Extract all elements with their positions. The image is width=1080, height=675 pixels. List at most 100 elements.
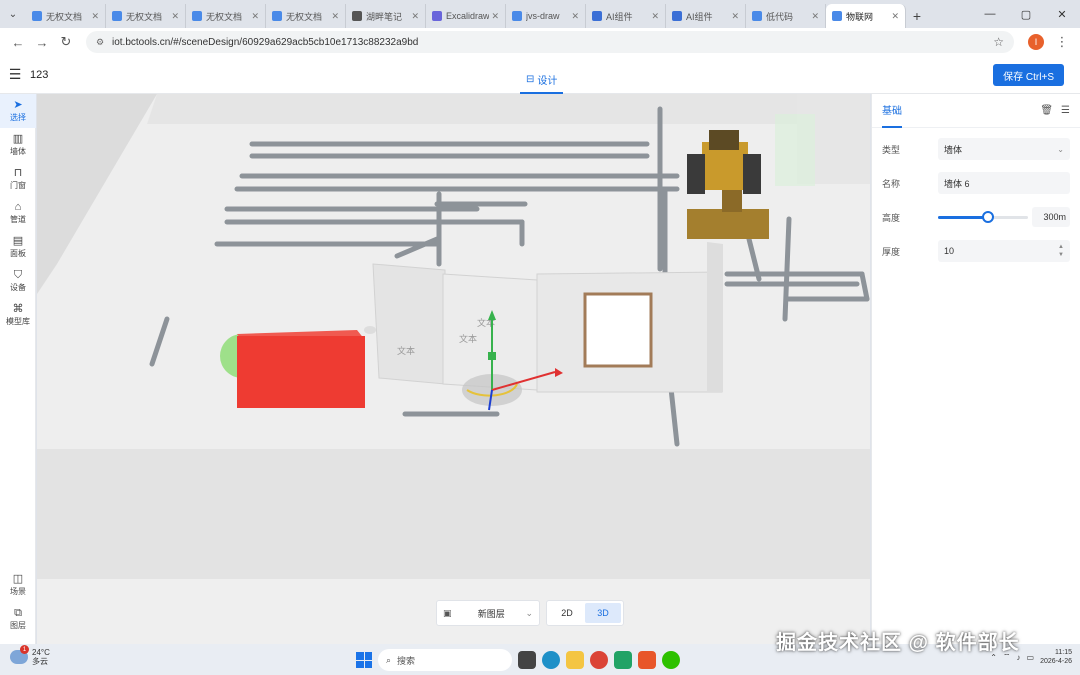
type-select[interactable]: 墙体 ⌄ [938,138,1070,160]
toolbar-item[interactable]: ⧉ 图层 [0,602,36,636]
edge-icon[interactable] [542,651,560,669]
tab-favicon-icon [272,11,282,21]
back-icon[interactable]: ← [6,30,30,54]
minimize-icon[interactable]: — [972,0,1008,28]
mode-2d-button[interactable]: 2D [549,603,585,623]
task-view-icon[interactable] [518,651,536,669]
toolbar-item[interactable]: ⊓ 门窗 [0,162,36,196]
toolbar-item[interactable]: ⌂ 管道 [0,196,36,230]
name-input[interactable]: 墙体 6 [938,172,1070,194]
scene-icon: ◫ [12,573,24,585]
tab-close-icon[interactable]: ✕ [651,11,659,22]
weather-widget[interactable]: 1 24°C 多云 [10,645,50,666]
slider-thumb[interactable] [981,211,994,223]
door-icon: ⊓ [13,167,23,179]
toolbar-item[interactable]: ⛉ 设备 [0,264,36,298]
excavator-tracks [687,209,769,239]
clock[interactable]: 11:15 2026-4-26 [1040,648,1072,666]
height-label: 高度 [882,212,901,223]
excavator-cab [709,130,739,150]
tab-close-icon[interactable]: ✕ [331,11,339,22]
chrome-icon[interactable] [590,651,608,669]
app-green-icon[interactable] [614,651,632,669]
wechat-icon[interactable] [662,651,680,669]
toolbar-item[interactable]: ▤ 面板 [0,230,36,264]
forward-icon[interactable]: → [30,30,54,54]
tab-favicon-icon [192,11,202,21]
toolbar-item[interactable]: ▥ 墙体 [0,128,36,162]
app-orange-icon[interactable] [638,651,656,669]
name-value: 墙体 6 [944,178,970,189]
browser-tab[interactable]: 低代码 ✕ [746,4,826,28]
window-controls: — ▢ ✕ [972,0,1080,28]
height-slider[interactable]: 300m [938,206,1070,228]
app-header: ☰ 123 ⊟ 设计 保存 Ctrl+S [0,56,1080,94]
tab-close-icon[interactable]: ✕ [731,11,739,22]
tab-basic[interactable]: 基础 [882,94,902,128]
tab-search-icon[interactable]: ⌄ [0,0,26,28]
tab-close-icon[interactable]: ✕ [411,11,419,22]
menu-icon[interactable]: ☰ [0,66,30,83]
thickness-stepper[interactable]: ▲ ▼ [1058,243,1064,259]
tab-design[interactable]: ⊟ 设计 [520,66,564,94]
file-explorer-icon[interactable] [566,651,584,669]
browser-tab[interactable]: 湖畔笔记 ✕ [346,4,426,28]
project-name: 123 [30,68,49,81]
toolbar-item[interactable]: ◫ 场景 [0,568,36,602]
wall-panel [442,273,538,391]
mode-3d-button[interactable]: 3D [585,603,621,623]
browser-tab[interactable]: 无权文档 ✕ [106,4,186,28]
chevron-down-icon: ⌄ [1057,144,1064,154]
green-panel [775,114,815,186]
thickness-label: 厚度 [882,246,901,257]
weather-temp: 24°C [32,648,50,657]
battery-icon[interactable]: ▭ [1027,653,1035,662]
url-input[interactable]: ⚙ iot.bctools.cn/#/sceneDesign/60929a629… [86,31,1014,53]
toolbar-item[interactable]: ➤ 选择 [0,94,36,128]
list-icon[interactable]: ☰ [1061,105,1070,116]
reload-icon[interactable]: ↻ [54,30,78,54]
slider-fill [938,216,988,219]
name-label: 名称 [882,178,901,189]
profile-avatar[interactable]: I [1028,34,1044,50]
browser-tab[interactable]: Excalidraw ✕ [426,4,506,28]
browser-tab[interactable]: 物联网 ✕ [826,4,906,28]
taskbar-search-placeholder: 搜索 [397,655,416,666]
height-value[interactable]: 300m [1032,207,1070,227]
tab-close-icon[interactable]: ✕ [251,11,259,22]
browser-tab[interactable]: AI组件 ✕ [586,4,666,28]
browser-tab[interactable]: 无权文档 ✕ [26,4,106,28]
browser-tab[interactable]: jvs-draw ✕ [506,4,586,28]
layer-select[interactable]: ▣ 新图层 ⌄ [436,600,540,626]
type-label: 类型 [882,144,901,155]
site-info-icon[interactable]: ⚙ [96,37,106,47]
browser-tab[interactable]: 无权文档 ✕ [266,4,346,28]
back-wall [147,94,797,124]
delete-icon[interactable]: 🗑 [1040,105,1053,116]
maximize-icon[interactable]: ▢ [1008,0,1044,28]
new-tab-button[interactable]: + [906,4,928,28]
tab-close-icon[interactable]: ✕ [491,11,499,22]
bookmark-star-icon[interactable]: ☆ [993,35,1004,49]
scene-canvas[interactable]: 文本 文本 文本 [37,94,870,644]
tab-close-icon[interactable]: ✕ [891,11,899,22]
scene-viewport[interactable]: 文本 文本 文本 [37,94,870,644]
browser-menu-icon[interactable]: ⋮ [1050,30,1074,54]
windows-start-icon[interactable] [356,652,372,668]
tab-close-icon[interactable]: ✕ [91,11,99,22]
browser-tab[interactable]: AI组件 ✕ [666,4,746,28]
device-icon: ⛉ [13,269,23,281]
browser-tab[interactable]: 无权文档 ✕ [186,4,266,28]
tab-close-icon[interactable]: ✕ [171,11,179,22]
left-toolbar: ➤ 选择 ▥ 墙体 ⊓ 门窗 ⌂ 管道 ▤ 面板 ⛉ 设备 ⌘ 模型库 ◫ 场景 ⧉ 图层 [0,94,36,644]
tab-close-icon[interactable]: ✕ [811,11,819,22]
layer-icon: ⧉ [14,607,22,619]
taskbar-search[interactable]: ⌕ 搜索 [378,649,512,671]
save-button[interactable]: 保存 Ctrl+S [993,64,1064,86]
tab-favicon-icon [112,11,122,21]
thickness-input[interactable]: 10 ▲ ▼ [938,240,1070,262]
tab-close-icon[interactable]: ✕ [571,11,579,22]
close-window-icon[interactable]: ✕ [1044,0,1080,28]
tab-label: 无权文档 [286,11,323,22]
toolbar-item[interactable]: ⌘ 模型库 [0,298,36,332]
